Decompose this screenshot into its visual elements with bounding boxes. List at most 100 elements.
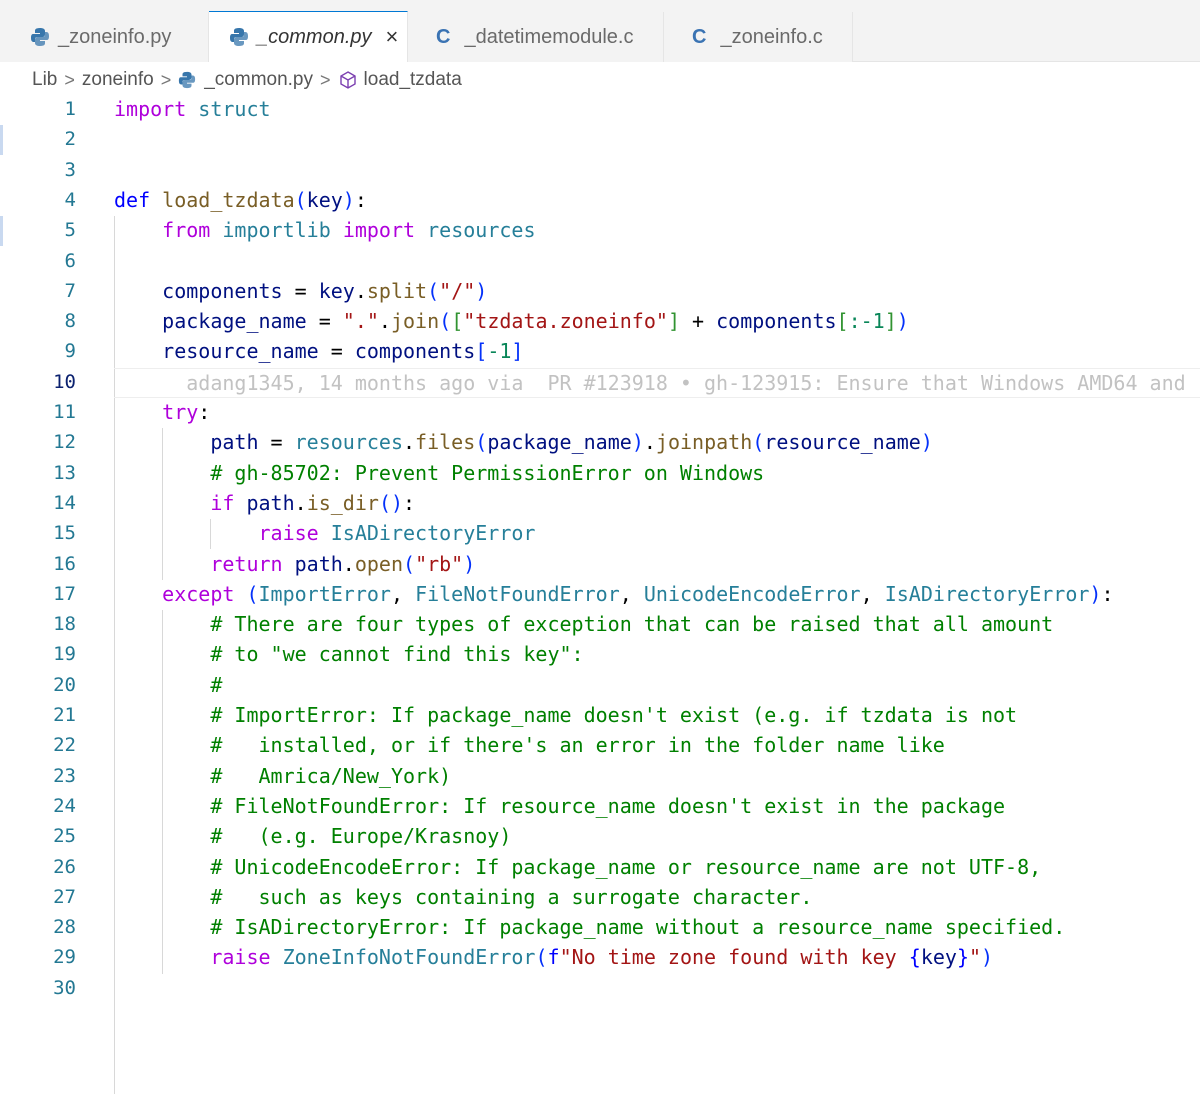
code-token: components [162, 278, 283, 303]
code-line[interactable]: # ImportError: If package_name doesn't e… [0, 701, 1200, 731]
code-token: if [210, 490, 235, 515]
code-token: # [210, 672, 223, 697]
code-line[interactable]: def load_tzdata(key): [0, 186, 1200, 216]
breadcrumb-item-zoneinfo[interactable]: zoneinfo [82, 69, 154, 91]
breadcrumb-item-file[interactable]: _common.py [204, 69, 313, 91]
code-token: # ImportError: If package_name doesn't e… [210, 703, 1018, 727]
breadcrumb-item-lib[interactable]: Lib [32, 69, 57, 91]
editor-tab-bar: _zoneinfo.py _common.py × C _datetimemod… [0, 0, 1200, 62]
code-line[interactable] [0, 247, 1200, 277]
c-icon: C [436, 25, 451, 48]
breadcrumb-item-symbol[interactable]: load_tzdata [364, 69, 462, 91]
code-token: ( [403, 551, 416, 576]
code-line[interactable]: # gh-85702: Prevent PermissionError on W… [0, 459, 1200, 489]
code-token: raise [258, 521, 319, 546]
code-token: = [318, 339, 355, 364]
code-token: return [210, 551, 283, 576]
code-line[interactable]: raise ZoneInfoNotFoundError(f"No time zo… [0, 943, 1200, 973]
code-text: package_name = ".".join(["tzdata.zoneinf… [114, 309, 909, 333]
code-line[interactable]: raise IsADirectoryError [0, 519, 1200, 549]
code-line[interactable]: import struct [0, 95, 1200, 125]
code-token: ( [294, 187, 307, 212]
code-line[interactable]: try: [0, 398, 1200, 428]
code-line[interactable]: # installed, or if there's an error in t… [0, 731, 1200, 761]
code-line[interactable]: from importlib import resources [0, 216, 1200, 246]
code-token: key [306, 187, 343, 212]
code-text: def load_tzdata(key): [114, 188, 367, 212]
code-token: open [354, 551, 404, 576]
code-text: # such as keys containing a surrogate ch… [114, 885, 812, 909]
code-line[interactable]: # (e.g. Europe/Krasnoy) [0, 822, 1200, 852]
code-token: resource_name [162, 339, 319, 364]
code-token: ) [896, 309, 909, 334]
code-line[interactable]: components = key.split("/") [0, 277, 1200, 307]
code-line[interactable]: package_name = ".".join(["tzdata.zoneinf… [0, 307, 1200, 337]
code-line[interactable]: # Amrica/New_York) [0, 762, 1200, 792]
code-token: resources [427, 218, 536, 243]
code-line[interactable]: # IsADirectoryError: If package_name wit… [0, 913, 1200, 943]
code-line[interactable]: # such as keys containing a surrogate ch… [0, 883, 1200, 913]
code-line[interactable] [0, 156, 1200, 186]
code-line[interactable]: adang1345, 14 months ago via PR #123918 … [114, 367, 1200, 398]
code-text: # to "we cannot find this key": [114, 642, 583, 666]
tab-common-py[interactable]: _common.py × [209, 11, 408, 62]
code-token: # such as keys containing a surrogate ch… [210, 884, 813, 909]
code-token: FileNotFoundError [415, 581, 620, 606]
code-text: path = resources.files(package_name).joi… [114, 430, 933, 454]
code-line[interactable]: # There are four types of exception that… [0, 610, 1200, 640]
code-token: :-1 [848, 309, 885, 334]
code-line[interactable]: path = resources.files(package_name).joi… [0, 428, 1200, 458]
code-token: def [114, 187, 151, 212]
code-line[interactable] [0, 974, 1200, 1004]
code-token: "/" [439, 278, 476, 303]
code-token: joinpath [655, 430, 753, 455]
code-token: ) [920, 430, 933, 455]
code-token: , [860, 581, 885, 606]
tab-datetimemodule-c[interactable]: C _datetimemodule.c [408, 12, 664, 62]
code-text: # [114, 673, 222, 697]
code-token: . [354, 278, 367, 303]
chevron-right-icon: > [160, 69, 172, 90]
code-line[interactable]: # FileNotFoundError: If resource_name do… [0, 792, 1200, 822]
code-text: # gh-85702: Prevent PermissionError on W… [114, 461, 764, 485]
close-icon[interactable]: × [386, 24, 399, 50]
code-line[interactable]: except (ImportError, FileNotFoundError, … [0, 580, 1200, 610]
code-text: import struct [114, 97, 271, 121]
code-editor[interactable]: 1 import struct 2 3 4 def load_tzdata(key): 5 … [0, 95, 1200, 1094]
code-line[interactable]: resource_name = components[-1] [0, 337, 1200, 367]
code-text: # UnicodeEncodeError: If package_name or… [114, 855, 1041, 879]
code-token: ] [667, 309, 680, 334]
code-token: ] [511, 339, 524, 364]
code-line[interactable]: # UnicodeEncodeError: If package_name or… [0, 853, 1200, 883]
line-number: 10 [53, 370, 76, 393]
code-text: adang1345, 14 months ago via PR #123918 … [114, 371, 1185, 395]
code-token: IsADirectoryError [884, 581, 1090, 606]
code-text: # IsADirectoryError: If package_name wit… [114, 915, 1065, 939]
tab-label: _zoneinfo.c [720, 25, 823, 48]
code-line[interactable]: if path.is_dir(): [0, 489, 1200, 519]
code-token: ] [884, 309, 897, 334]
code-line[interactable]: # to "we cannot find this key": [0, 640, 1200, 670]
code-line[interactable]: return path.open("rb") [0, 550, 1200, 580]
code-line[interactable] [0, 125, 1200, 155]
code-text: from importlib import resources [114, 218, 535, 242]
code-token: ( [439, 309, 452, 334]
code-token: package_name [162, 309, 307, 334]
code-line[interactable]: # [0, 671, 1200, 701]
code-token: key [318, 278, 355, 303]
tab-zoneinfo-c[interactable]: C _zoneinfo.c [664, 12, 853, 62]
tab-label: _datetimemodule.c [464, 25, 634, 48]
code-token: ) [1089, 581, 1102, 606]
tab-zoneinfo-py[interactable]: _zoneinfo.py [0, 12, 209, 62]
code-token: from [162, 218, 211, 243]
